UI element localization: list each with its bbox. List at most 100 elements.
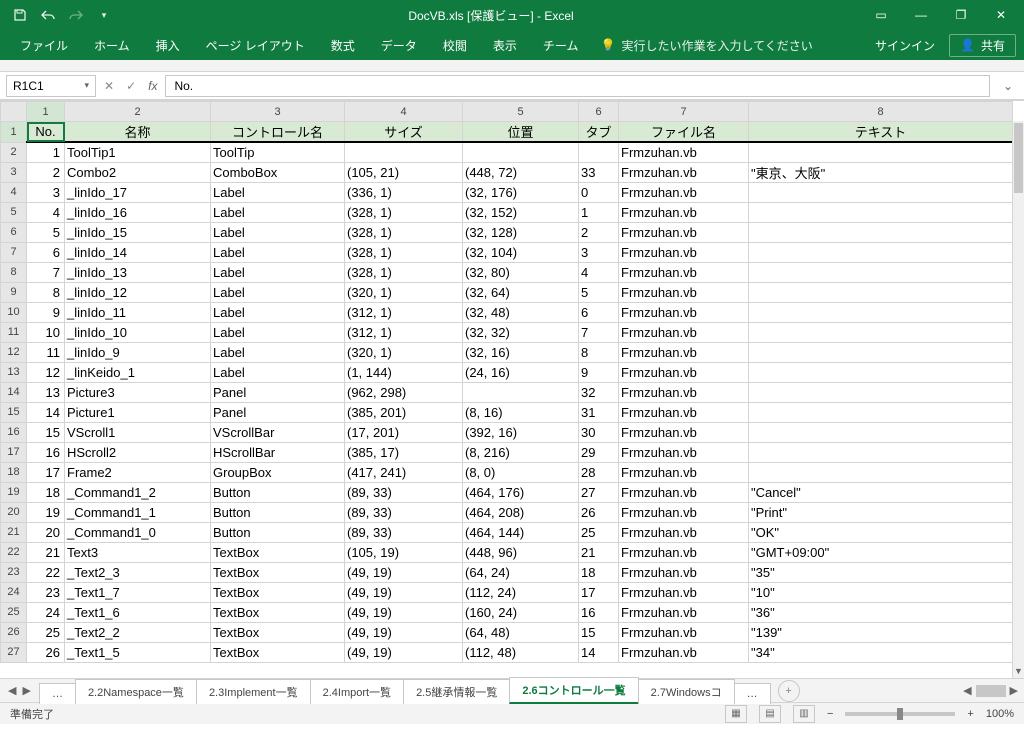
- cell[interactable]: 8: [579, 342, 619, 362]
- cell[interactable]: (32, 128): [463, 222, 579, 242]
- cell[interactable]: [749, 142, 1013, 162]
- cell[interactable]: (8, 216): [463, 442, 579, 462]
- row-header[interactable]: 8: [1, 262, 27, 282]
- sheet-tab[interactable]: 2.6コントロール一覧: [509, 677, 638, 704]
- hscroll-thumb[interactable]: [976, 685, 1006, 697]
- cell[interactable]: [749, 262, 1013, 282]
- row-header[interactable]: 7: [1, 242, 27, 262]
- cell[interactable]: [749, 282, 1013, 302]
- cell[interactable]: Frmzuhan.vb: [619, 482, 749, 502]
- row-header[interactable]: 27: [1, 642, 27, 662]
- cell[interactable]: (417, 241): [345, 462, 463, 482]
- signin-link[interactable]: サインイン: [875, 37, 935, 54]
- cell[interactable]: (8, 16): [463, 402, 579, 422]
- cell[interactable]: (1, 144): [345, 362, 463, 382]
- sheet-tab[interactable]: …: [734, 683, 771, 704]
- cell[interactable]: ToolTip: [211, 142, 345, 162]
- cell[interactable]: HScrollBar: [211, 442, 345, 462]
- cell[interactable]: (328, 1): [345, 202, 463, 222]
- cell[interactable]: (32, 16): [463, 342, 579, 362]
- cell[interactable]: 5: [579, 282, 619, 302]
- tab-page-layout[interactable]: ページ レイアウト: [194, 31, 317, 60]
- cell[interactable]: Frmzuhan.vb: [619, 202, 749, 222]
- select-all-corner[interactable]: [1, 102, 27, 122]
- cell[interactable]: "Print": [749, 502, 1013, 522]
- cell[interactable]: 15: [579, 622, 619, 642]
- cell[interactable]: Label: [211, 242, 345, 262]
- cell[interactable]: "35": [749, 562, 1013, 582]
- cell[interactable]: VScroll1: [65, 422, 211, 442]
- cell[interactable]: (32, 104): [463, 242, 579, 262]
- cell[interactable]: "34": [749, 642, 1013, 662]
- hscroll-right-icon[interactable]: ▶: [1010, 684, 1018, 697]
- cell[interactable]: Frmzuhan.vb: [619, 262, 749, 282]
- cell[interactable]: 0: [579, 182, 619, 202]
- row-header[interactable]: 10: [1, 302, 27, 322]
- cell[interactable]: Label: [211, 362, 345, 382]
- cell[interactable]: 4: [579, 262, 619, 282]
- cell[interactable]: [749, 222, 1013, 242]
- cell[interactable]: 6: [579, 302, 619, 322]
- cell[interactable]: Button: [211, 522, 345, 542]
- zoom-slider[interactable]: [845, 712, 955, 716]
- page-layout-view-icon[interactable]: ▤: [759, 705, 781, 723]
- zoom-slider-thumb[interactable]: [897, 708, 903, 720]
- cell[interactable]: Frmzuhan.vb: [619, 542, 749, 562]
- cell[interactable]: VScrollBar: [211, 422, 345, 442]
- cell[interactable]: "東京、大阪": [749, 162, 1013, 182]
- cell[interactable]: (385, 201): [345, 402, 463, 422]
- cell[interactable]: TextBox: [211, 622, 345, 642]
- col-header[interactable]: 1: [27, 102, 65, 122]
- cell[interactable]: 25: [579, 522, 619, 542]
- cell[interactable]: [749, 462, 1013, 482]
- tab-insert[interactable]: 挿入: [144, 31, 192, 60]
- cell[interactable]: Frmzuhan.vb: [619, 602, 749, 622]
- fx-icon[interactable]: fx: [148, 79, 157, 93]
- row-header[interactable]: 25: [1, 602, 27, 622]
- cell[interactable]: 28: [579, 462, 619, 482]
- cell[interactable]: Button: [211, 482, 345, 502]
- cell[interactable]: (328, 1): [345, 242, 463, 262]
- horizontal-scrollbar[interactable]: ◀ ▶: [808, 684, 1024, 697]
- cell[interactable]: 19: [27, 502, 65, 522]
- cell[interactable]: _linIdo_12: [65, 282, 211, 302]
- cell[interactable]: (32, 152): [463, 202, 579, 222]
- row-header[interactable]: 21: [1, 522, 27, 542]
- header-cell[interactable]: サイズ: [345, 122, 463, 143]
- cell[interactable]: (160, 24): [463, 602, 579, 622]
- cell[interactable]: Frame2: [65, 462, 211, 482]
- header-cell[interactable]: 名称: [65, 122, 211, 143]
- row-header[interactable]: 9: [1, 282, 27, 302]
- cell[interactable]: 30: [579, 422, 619, 442]
- cell[interactable]: 18: [579, 562, 619, 582]
- cell[interactable]: 14: [27, 402, 65, 422]
- cell[interactable]: 26: [579, 502, 619, 522]
- cell[interactable]: (32, 48): [463, 302, 579, 322]
- header-cell[interactable]: 位置: [463, 122, 579, 143]
- tab-home[interactable]: ホーム: [82, 31, 142, 60]
- cell[interactable]: _linIdo_9: [65, 342, 211, 362]
- cell[interactable]: Button: [211, 502, 345, 522]
- sheet-tab[interactable]: 2.4Import一覧: [310, 679, 404, 704]
- cell[interactable]: [749, 202, 1013, 222]
- cell[interactable]: (32, 32): [463, 322, 579, 342]
- cell[interactable]: _Command1_1: [65, 502, 211, 522]
- cell[interactable]: ToolTip1: [65, 142, 211, 162]
- cell[interactable]: Frmzuhan.vb: [619, 502, 749, 522]
- tab-file[interactable]: ファイル: [8, 31, 80, 60]
- cell[interactable]: _linIdo_13: [65, 262, 211, 282]
- cell[interactable]: 7: [27, 262, 65, 282]
- cell[interactable]: (962, 298): [345, 382, 463, 402]
- cell[interactable]: [463, 382, 579, 402]
- cell[interactable]: 1: [579, 202, 619, 222]
- cell[interactable]: 9: [579, 362, 619, 382]
- cell[interactable]: (112, 48): [463, 642, 579, 662]
- redo-icon[interactable]: [68, 7, 84, 23]
- cell[interactable]: _linIdo_15: [65, 222, 211, 242]
- col-header[interactable]: 6: [579, 102, 619, 122]
- hscroll-left-icon[interactable]: ◀: [963, 684, 971, 697]
- enter-formula-icon[interactable]: ✓: [126, 79, 136, 93]
- name-box[interactable]: R1C1 ▾: [6, 75, 96, 97]
- cell[interactable]: (328, 1): [345, 222, 463, 242]
- cell[interactable]: Picture1: [65, 402, 211, 422]
